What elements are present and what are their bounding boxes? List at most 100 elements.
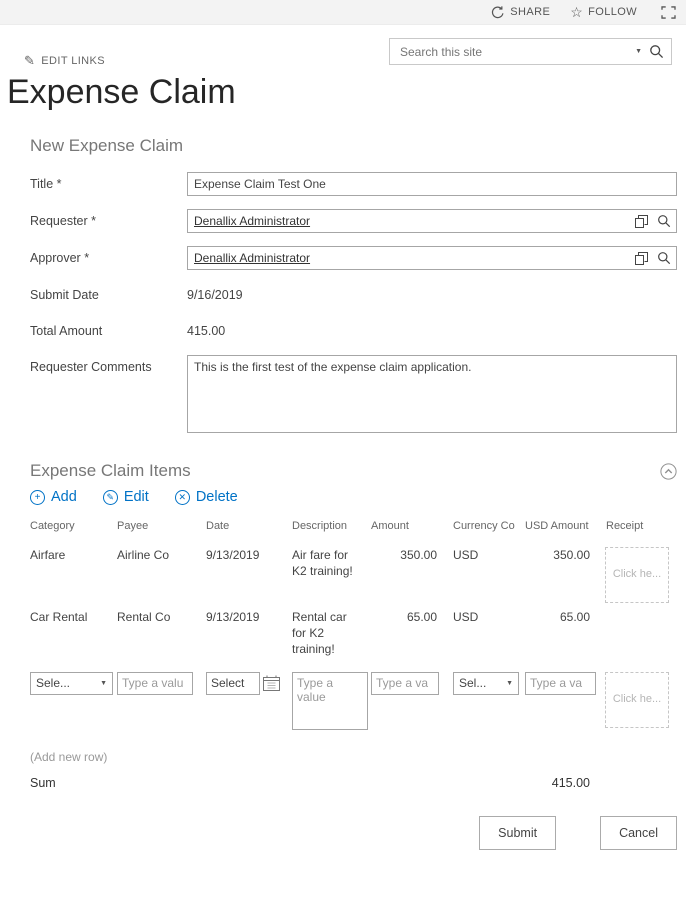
cell-currency: USD [453,547,525,563]
cell-description: Air fare for K2 training! [292,547,371,579]
add-new-row-link[interactable]: (Add new row) [30,750,677,764]
page-title: Expense Claim [7,73,686,112]
receipt-upload-button[interactable]: Click he... [605,672,669,728]
cell-receipt: Click he... [597,547,677,603]
focus-mode-button[interactable] [661,6,676,19]
collapse-section-icon[interactable] [660,463,677,480]
edit-icon: ✎ [103,490,118,505]
search-input[interactable] [398,44,628,60]
new-cell-receipt: Click he... [597,672,677,728]
delete-label: Delete [196,489,238,505]
new-item-row: Sele... ▼ [30,672,677,734]
delete-icon: ✕ [175,490,190,505]
currency-select-value: Sel... [459,675,486,691]
edit-label: Edit [124,489,149,505]
follow-star-icon: ☆ [570,5,583,19]
approver-value[interactable]: Denallix Administrator [194,251,635,265]
submit-date-row: Submit Date 9/16/2019 [30,283,677,302]
focus-icon [661,6,676,19]
col-payee: Payee [117,519,206,534]
col-amount: Amount [371,519,453,534]
approver-picker[interactable]: Denallix Administrator [187,246,677,270]
approver-picker-icons [635,251,671,265]
add-label: Add [51,489,77,505]
requester-picker[interactable]: Denallix Administrator [187,209,677,233]
new-cell-date [206,672,292,695]
usd-amount-input[interactable] [525,672,596,695]
new-cell-category: Sele... ▼ [30,672,117,695]
cell-description: Rental car for K2 training! [292,609,371,658]
cell-usd-amount: 350.00 [525,547,597,563]
items-section-header: Expense Claim Items [30,461,677,481]
table-row[interactable]: Car Rental Rental Co 9/13/2019 Rental ca… [30,609,677,670]
cell-payee: Airline Co [117,547,206,563]
col-usd-amount: USD Amount [525,519,597,534]
add-item-button[interactable]: + Add [30,489,77,505]
cell-category: Airfare [30,547,117,563]
cell-usd-amount: 65.00 [525,609,597,625]
title-label: Title * [30,172,187,196]
date-input[interactable] [206,672,260,695]
new-cell-currency: Sel... ▼ [453,672,525,695]
submit-button[interactable]: Submit [479,816,556,850]
cancel-button[interactable]: Cancel [600,816,677,850]
comments-label: Requester Comments [30,355,187,433]
title-input[interactable] [187,172,677,196]
search-icon[interactable] [649,44,664,59]
delete-item-button[interactable]: ✕ Delete [175,489,238,505]
currency-select[interactable]: Sel... ▼ [453,672,519,695]
share-label: SHARE [510,6,550,18]
comments-field-row: Requester Comments This is the first tes… [30,355,677,433]
calendar-icon[interactable] [263,675,280,691]
suite-bar: SHARE ☆ FOLLOW [0,0,686,25]
cell-currency: USD [453,609,525,625]
chevron-down-icon: ▼ [506,679,513,688]
page-header: ✎ EDIT LINKS ▼ [0,25,686,69]
table-row[interactable]: Airfare Airline Co 9/13/2019 Air fare fo… [30,547,677,608]
cell-date: 9/13/2019 [206,547,292,563]
category-select-value: Sele... [36,675,70,691]
requester-value[interactable]: Denallix Administrator [194,214,635,228]
title-field-row: Title * [30,172,677,196]
people-search-icon[interactable] [657,214,671,228]
form-actions: Submit Cancel [30,816,677,850]
search-box: ▼ [389,38,672,65]
requester-field-row: Requester * Denallix Administrator [30,209,677,233]
cell-payee: Rental Co [117,609,206,625]
search-scope-chevron-down-icon[interactable]: ▼ [635,48,642,55]
cell-amount: 350.00 [371,547,453,563]
edit-item-button[interactable]: ✎ Edit [103,489,149,505]
people-search-icon[interactable] [657,251,671,265]
comments-textarea[interactable]: This is the first test of the expense cl… [187,355,677,433]
amount-input[interactable] [371,672,439,695]
share-icon [491,5,505,19]
receipt-upload-button[interactable]: Click he... [605,547,669,603]
follow-label: FOLLOW [588,6,637,18]
col-receipt: Receipt [597,519,677,534]
form-content: New Expense Claim Title * Requester * De… [30,136,677,850]
submit-date-value: 9/16/2019 [187,283,243,302]
sum-label: Sum [30,776,525,790]
new-cell-amount [371,672,453,695]
total-amount-value: 415.00 [187,319,225,338]
description-textarea[interactable] [292,672,368,730]
address-book-icon[interactable] [635,215,648,228]
items-toolbar: + Add ✎ Edit ✕ Delete [30,489,677,505]
sum-value: 415.00 [525,776,597,790]
requester-picker-icons [635,214,671,228]
col-date: Date [206,519,292,534]
cell-category: Car Rental [30,609,117,625]
col-currency: Currency Co [453,519,525,534]
category-select[interactable]: Sele... ▼ [30,672,113,695]
form-section-title: New Expense Claim [30,136,677,156]
share-button[interactable]: SHARE [491,5,550,19]
follow-button[interactable]: ☆ FOLLOW [570,5,637,19]
cell-amount: 65.00 [371,609,453,625]
address-book-icon[interactable] [635,252,648,265]
total-amount-row: Total Amount 415.00 [30,319,677,338]
table-header-row: Category Payee Date Description Amount C… [30,519,677,534]
col-description: Description [292,519,371,534]
payee-input[interactable] [117,672,193,695]
requester-label: Requester * [30,209,187,233]
edit-links-button[interactable]: ✎ EDIT LINKS [24,53,105,69]
